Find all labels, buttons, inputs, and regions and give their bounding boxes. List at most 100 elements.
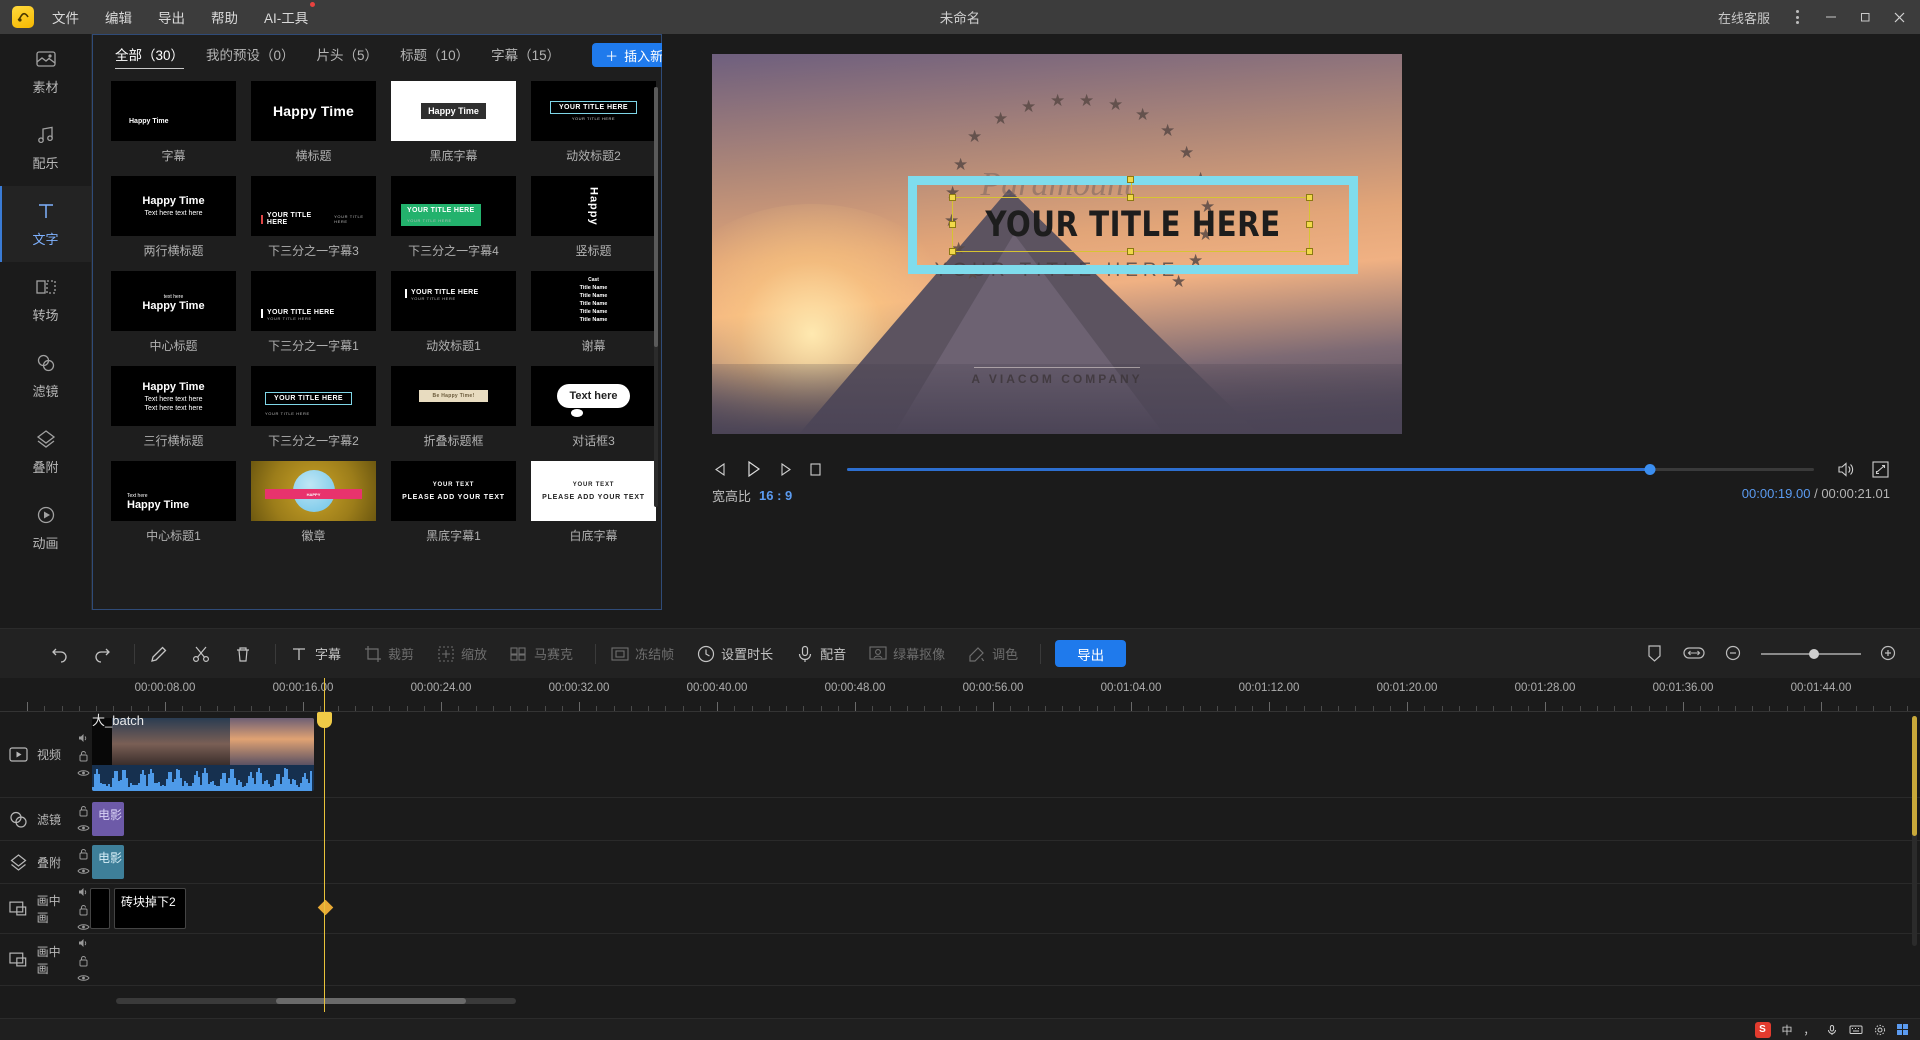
mic-icon[interactable] xyxy=(1826,1024,1838,1036)
track-overlay[interactable]: 叠附 电影 xyxy=(0,841,1920,884)
zoom-slider-knob[interactable] xyxy=(1809,649,1819,659)
template-card[interactable]: Happy Time 黑底字幕 xyxy=(391,81,516,164)
template-card[interactable]: text here Happy Time 中心标题 xyxy=(111,271,236,354)
zoom-in-button[interactable] xyxy=(1879,644,1898,663)
sidebar-item-filter[interactable]: 滤镜 xyxy=(0,338,91,414)
template-card[interactable]: YOUR TEXT PLEASE ADD YOUR TEXT 白底字幕 xyxy=(531,461,656,544)
keyframe-marker[interactable] xyxy=(318,900,334,916)
next-frame-button[interactable] xyxy=(777,461,794,478)
split-button[interactable] xyxy=(191,644,211,664)
template-card[interactable]: Happy Time 横标题 xyxy=(251,81,376,164)
timeline-horizontal-scrollbar[interactable] xyxy=(116,998,516,1004)
fullscreen-button[interactable] xyxy=(1871,460,1890,479)
resize-handle-bc[interactable] xyxy=(1127,248,1134,255)
eye-icon[interactable] xyxy=(77,768,90,778)
export-button[interactable]: 导出 xyxy=(1055,640,1126,667)
resize-handle-br[interactable] xyxy=(1306,248,1313,255)
playhead[interactable] xyxy=(324,712,325,1012)
menu-edit[interactable]: 编辑 xyxy=(103,4,134,30)
lock-icon[interactable] xyxy=(78,805,89,817)
delete-button[interactable] xyxy=(233,644,253,664)
more-options-button[interactable] xyxy=(1780,0,1814,34)
mute-icon[interactable] xyxy=(77,886,89,898)
track-filter[interactable]: 滤镜 电影 xyxy=(0,798,1920,841)
stop-button[interactable] xyxy=(808,462,823,477)
menu-file[interactable]: 文件 xyxy=(50,4,81,30)
color-grade-button[interactable]: 调色 xyxy=(967,644,1018,664)
video-preview[interactable]: ★ ★ ★ ★ ★ ★ ★ ★ ★ ★ ★ ★ ★ ★ ★ ★ ★ ★ ★ Pa… xyxy=(712,54,1402,434)
resize-handle-tl[interactable] xyxy=(949,194,956,201)
subtitle-button[interactable]: 字幕 xyxy=(290,644,341,664)
pip-clip[interactable]: 砖块掉下2 xyxy=(114,888,186,929)
lock-icon[interactable] xyxy=(78,904,89,916)
resize-handle-ml[interactable] xyxy=(949,221,956,228)
filter-clip[interactable]: 电影 xyxy=(92,802,124,836)
edit-button[interactable] xyxy=(149,644,169,664)
playhead-handle[interactable] xyxy=(317,712,332,728)
timeline-zoom-slider[interactable] xyxy=(1761,653,1861,655)
template-card[interactable]: Happy Time Text here text here 两行横标题 xyxy=(111,176,236,259)
sidebar-item-music[interactable]: 配乐 xyxy=(0,110,91,186)
lock-icon[interactable] xyxy=(78,750,89,762)
sidebar-item-media[interactable]: 素材 xyxy=(0,34,91,110)
sogou-ime-icon[interactable]: S xyxy=(1755,1022,1771,1038)
resize-handle-tc[interactable] xyxy=(1127,194,1134,201)
resize-handle-bl[interactable] xyxy=(949,248,956,255)
minimize-button[interactable] xyxy=(1814,0,1848,34)
crop-button[interactable]: 裁剪 xyxy=(363,644,414,664)
timeline-vertical-scrollbar[interactable] xyxy=(1912,716,1917,946)
eye-icon[interactable] xyxy=(77,973,90,983)
lock-icon[interactable] xyxy=(78,955,89,967)
close-button[interactable] xyxy=(1882,0,1916,34)
seek-bar[interactable] xyxy=(847,468,1814,471)
template-card[interactable]: Text here 对话框3 xyxy=(531,366,656,449)
template-card[interactable]: Be Happy Time! 折叠标题框 xyxy=(391,366,516,449)
template-card[interactable]: Happy 竖标题 xyxy=(531,176,656,259)
fit-timeline-button[interactable] xyxy=(1682,644,1706,663)
sidebar-item-animation[interactable]: 动画 xyxy=(0,490,91,566)
tab-my-presets[interactable]: 我的预设（0） xyxy=(206,44,295,67)
tab-all[interactable]: 全部（30） xyxy=(115,44,184,67)
apps-grid-icon[interactable] xyxy=(1897,1024,1909,1036)
redo-button[interactable] xyxy=(92,644,112,664)
tab-title[interactable]: 标题（10） xyxy=(400,44,469,67)
template-card[interactable]: YOUR TITLE HERE YOUR TITLE HERE 动效标题1 xyxy=(391,271,516,354)
template-grid-wrapper[interactable]: Happy Time 字幕 Happy Time 横标题 Happy Time xyxy=(93,75,661,609)
freeze-frame-button[interactable]: 冻结帧 xyxy=(610,644,674,664)
seek-knob[interactable] xyxy=(1644,464,1655,475)
selection-bounding-box[interactable] xyxy=(952,197,1310,252)
eye-icon[interactable] xyxy=(77,866,90,876)
ime-mode-label[interactable]: 中 xyxy=(1782,1022,1793,1038)
voiceover-button[interactable]: 配音 xyxy=(795,644,846,664)
sidebar-item-text[interactable]: 文字 xyxy=(0,186,91,262)
template-card[interactable]: YOUR TITLE HERE YOUR TITLE HERE 下三分之一字幕3 xyxy=(251,176,376,259)
template-card[interactable]: Text here Happy Time 中心标题1 xyxy=(111,461,236,544)
template-card[interactable]: Happy Time Text here text here Text here… xyxy=(111,366,236,449)
undo-button[interactable] xyxy=(50,644,70,664)
overlay-clip[interactable]: 电影 xyxy=(92,845,124,879)
template-card[interactable]: HAPPY 徽章 xyxy=(251,461,376,544)
sidebar-item-transition[interactable]: 转场 xyxy=(0,262,91,338)
lock-icon[interactable] xyxy=(78,848,89,860)
keyboard-icon[interactable] xyxy=(1849,1024,1863,1035)
duration-button[interactable]: 设置时长 xyxy=(696,644,773,664)
chroma-key-button[interactable]: 绿幕抠像 xyxy=(868,644,945,664)
panel-scrollbar[interactable] xyxy=(654,87,658,507)
template-card[interactable]: YOUR TITLE HERE YOUR TITLE HERE 下三分之一字幕4 xyxy=(391,176,516,259)
tab-opening[interactable]: 片头（5） xyxy=(317,44,379,67)
menu-help[interactable]: 帮助 xyxy=(209,4,240,30)
mute-icon[interactable] xyxy=(77,937,89,949)
template-card[interactable]: YOUR TITLE HERE YOUR TITLE HERE 下三分之一字幕2 xyxy=(251,366,376,449)
marker-button[interactable] xyxy=(1645,644,1664,663)
template-card[interactable]: YOUR TITLE HERE YOUR TITLE HERE 动效标题2 xyxy=(531,81,656,164)
rotate-handle[interactable] xyxy=(1127,176,1134,183)
track-pip-1[interactable]: 画中画 砖块掉下2 xyxy=(0,884,1920,934)
track-pip-2[interactable]: 画中画 xyxy=(0,934,1920,986)
mute-icon[interactable] xyxy=(77,732,89,744)
template-card[interactable]: Cast Title Name Title Name Title Name Ti… xyxy=(531,271,656,354)
tab-subtitle[interactable]: 字幕（15） xyxy=(491,44,560,67)
zoom-out-button[interactable] xyxy=(1724,644,1743,663)
online-service-link[interactable]: 在线客服 xyxy=(1718,8,1770,27)
template-card[interactable]: YOUR TITLE HERE YOUR TITLE HERE 下三分之一字幕1 xyxy=(251,271,376,354)
sidebar-item-overlay[interactable]: 叠附 xyxy=(0,414,91,490)
